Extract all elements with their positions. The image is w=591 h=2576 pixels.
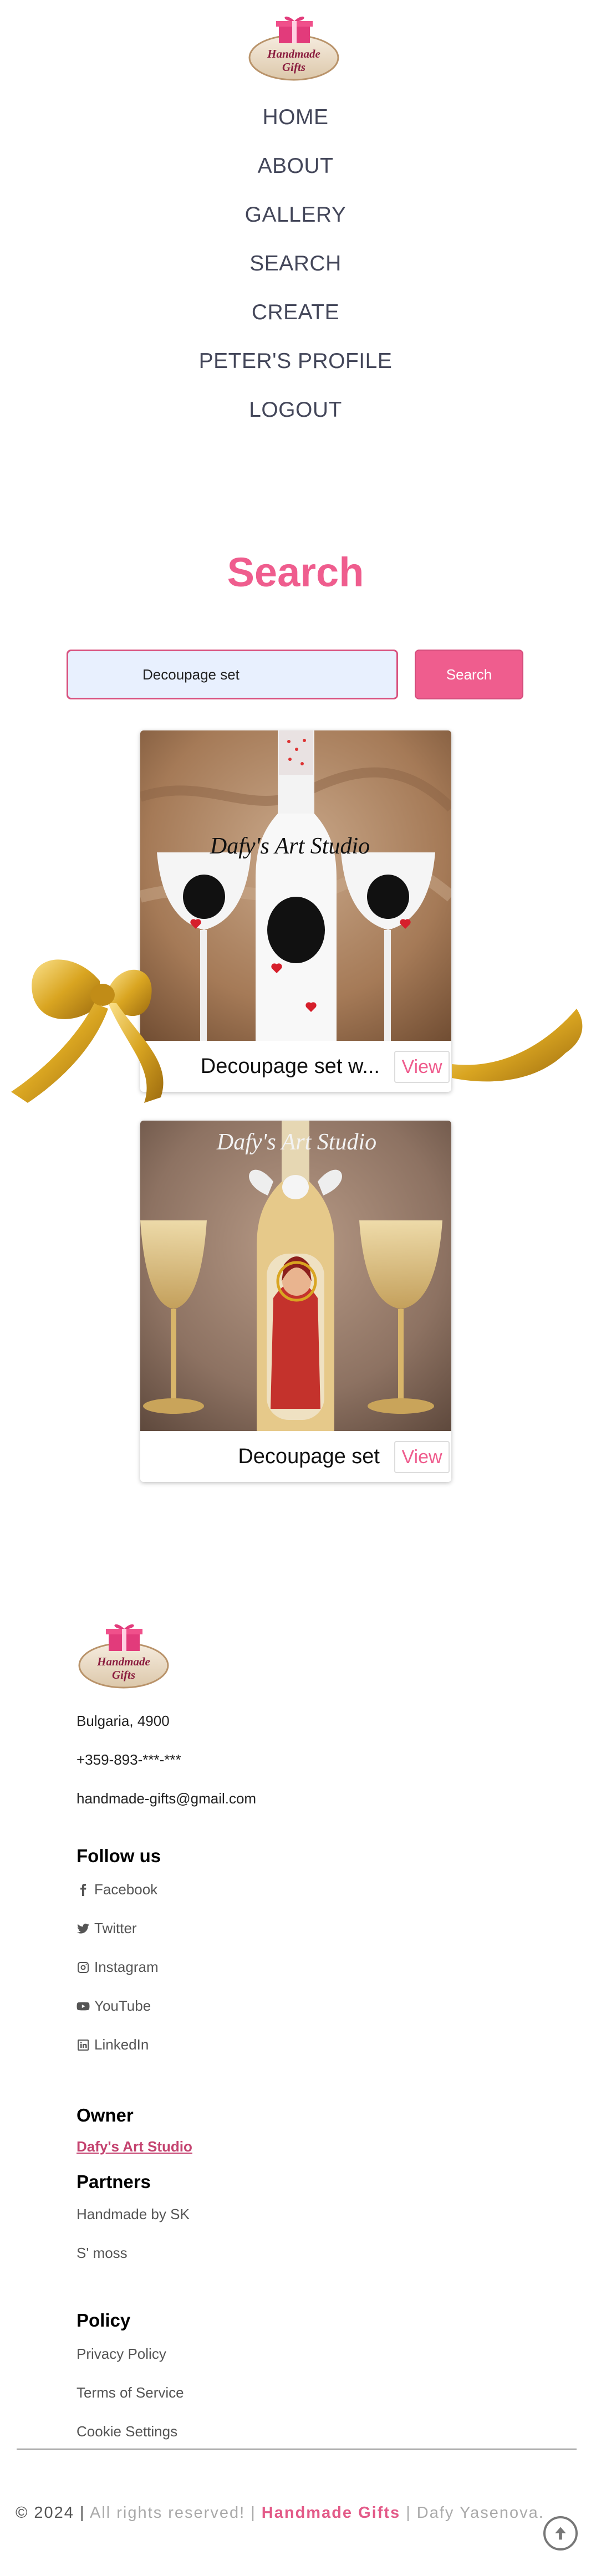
view-button[interactable]: View — [394, 1441, 450, 1473]
card-title: Decoupage set — [238, 1445, 380, 1468]
privacy-policy-link[interactable]: Privacy Policy — [77, 2345, 166, 2363]
search-button[interactable]: Search — [415, 650, 523, 699]
instagram-label: Instagram — [94, 1959, 159, 1975]
svg-text:Dafy's Art Studio: Dafy's Art Studio — [210, 834, 370, 859]
owner-link[interactable]: Dafy's Art Studio — [77, 2138, 192, 2155]
arrow-up-icon — [555, 2527, 566, 2540]
facebook-link[interactable]: Facebook — [77, 1881, 157, 1898]
result-card: Dafy's Art Studio Decoupage set View — [140, 1121, 451, 1482]
nav-create[interactable]: CREATE — [0, 298, 591, 347]
view-button[interactable]: View — [394, 1051, 450, 1083]
partner-link[interactable]: S' moss — [77, 2245, 128, 2262]
youtube-label: YouTube — [94, 1997, 151, 2014]
youtube-link[interactable]: YouTube — [77, 1997, 151, 2015]
page-title: Search — [227, 549, 364, 595]
owner-heading: Owner — [77, 2105, 134, 2125]
instagram-icon — [78, 1961, 89, 1973]
product-image[interactable]: Dafy's Art Studio — [140, 730, 451, 1041]
nav-home[interactable]: HOME — [0, 103, 591, 152]
footer-logo[interactable]: Handmade Gifts — [77, 1621, 171, 1690]
svg-text:Handmade: Handmade — [267, 47, 320, 60]
card-title: Decoupage set w... — [200, 1055, 380, 1078]
linkedin-label: LinkedIn — [94, 2036, 149, 2053]
svg-text:Handmade: Handmade — [96, 1655, 150, 1668]
footer-address: Bulgaria, 4900 — [77, 1713, 170, 1729]
instagram-link[interactable]: Instagram — [77, 1959, 159, 1976]
youtube-icon — [77, 2002, 90, 2010]
gift-icon — [106, 1624, 142, 1651]
nav-search[interactable]: SEARCH — [0, 249, 591, 298]
nav-logout[interactable]: LOGOUT — [0, 396, 591, 444]
cookie-settings-link[interactable]: Cookie Settings — [77, 2423, 177, 2440]
facebook-icon — [80, 1883, 86, 1896]
product-image[interactable]: Dafy's Art Studio — [140, 1121, 451, 1431]
copyright-prefix: © 2024 | — [16, 2504, 85, 2522]
follow-heading: Follow us — [77, 1846, 161, 1866]
partners-heading: Partners — [77, 2171, 151, 2192]
linkedin-link[interactable]: LinkedIn — [77, 2036, 149, 2053]
twitter-label: Twitter — [94, 1920, 137, 1936]
nav-profile[interactable]: PETER'S PROFILE — [0, 347, 591, 396]
card-footer: Decoupage set w... View — [140, 1041, 451, 1092]
main-nav: HOME ABOUT GALLERY SEARCH CREATE PETER'S… — [0, 103, 591, 444]
nav-gallery[interactable]: GALLERY — [0, 201, 591, 249]
partner-link[interactable]: Handmade by SK — [77, 2206, 190, 2223]
svg-text:Gifts: Gifts — [282, 60, 305, 74]
card-footer: Decoupage set View — [140, 1431, 451, 1482]
search-input[interactable] — [67, 650, 398, 699]
footer-phone: +359-893-***-*** — [77, 1751, 181, 1768]
twitter-link[interactable]: Twitter — [77, 1920, 137, 1937]
footer-email: handmade-gifts@gmail.com — [77, 1790, 257, 1807]
twitter-icon — [77, 1923, 89, 1934]
terms-link[interactable]: Terms of Service — [77, 2384, 184, 2401]
site-logo[interactable]: Handmade Gifts — [247, 13, 341, 82]
result-card: Dafy's Art Studio Decoupage set w... Vie… — [140, 730, 451, 1092]
copyright-author: | Dafy Yasenova. — [400, 2504, 544, 2522]
svg-text:Dafy's Art Studio: Dafy's Art Studio — [216, 1129, 376, 1155]
svg-text:Gifts: Gifts — [112, 1668, 135, 1681]
nav-about[interactable]: ABOUT — [0, 152, 591, 201]
copyright-brand: Handmade Gifts — [261, 2504, 401, 2522]
scroll-to-top-button[interactable] — [543, 2516, 578, 2551]
facebook-label: Facebook — [94, 1881, 158, 1898]
copyright: © 2024 | All rights reserved! | Handmade… — [16, 2504, 544, 2522]
footer-divider — [17, 2449, 577, 2450]
gift-icon — [276, 16, 313, 43]
policy-heading: Policy — [77, 2310, 131, 2330]
linkedin-icon — [78, 2039, 89, 2051]
copyright-rights: All rights reserved! | — [85, 2504, 262, 2522]
